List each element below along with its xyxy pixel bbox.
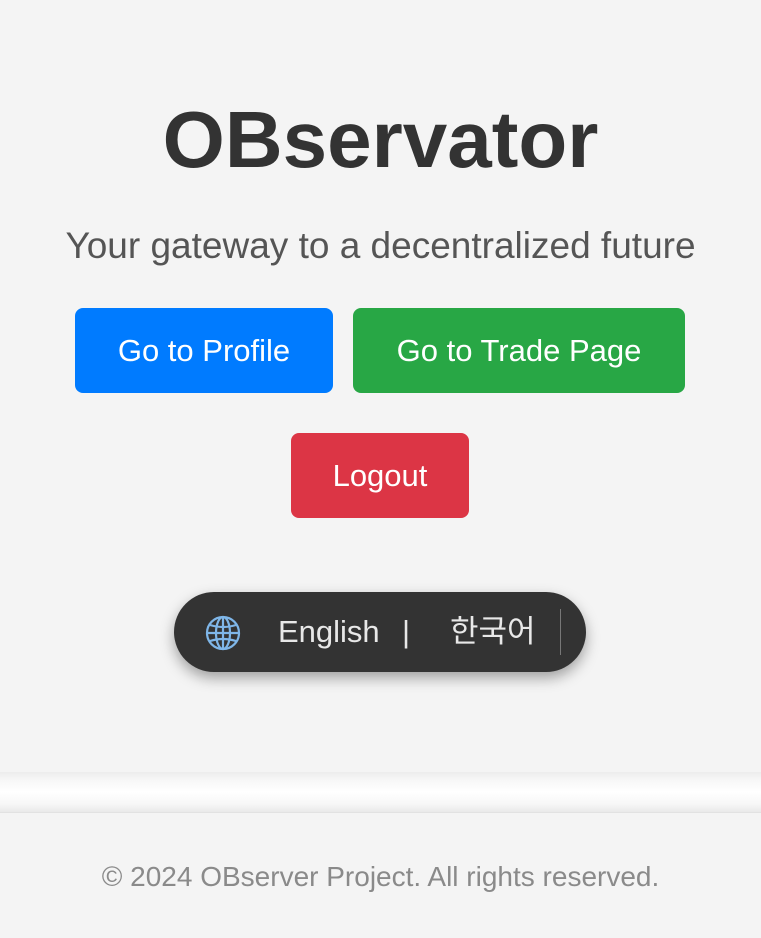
- copyright-text: © 2024 OBserver Project. All rights rese…: [101, 861, 660, 892]
- language-option-korean[interactable]: 한국어: [450, 610, 536, 654]
- page-subtitle: Your gateway to a decentralized future: [65, 225, 696, 266]
- hero-section: OBservator Your gateway to a decentraliz…: [0, 0, 761, 772]
- page-footer: © 2024 OBserver Project. All rights rese…: [0, 812, 761, 938]
- language-switcher: English | 한국어: [174, 592, 586, 672]
- globe-icon: [204, 614, 242, 652]
- section-divider: [0, 772, 761, 812]
- page-title: OBservator: [162, 95, 599, 184]
- go-to-profile-button[interactable]: Go to Profile: [75, 308, 333, 393]
- language-separator: |: [402, 614, 411, 649]
- landing-page: OBservator Your gateway to a decentraliz…: [0, 0, 761, 938]
- switcher-divider: [560, 609, 561, 655]
- logout-button[interactable]: Logout: [291, 433, 469, 518]
- language-option-english[interactable]: English: [278, 610, 380, 654]
- go-to-trade-page-button[interactable]: Go to Trade Page: [353, 308, 685, 393]
